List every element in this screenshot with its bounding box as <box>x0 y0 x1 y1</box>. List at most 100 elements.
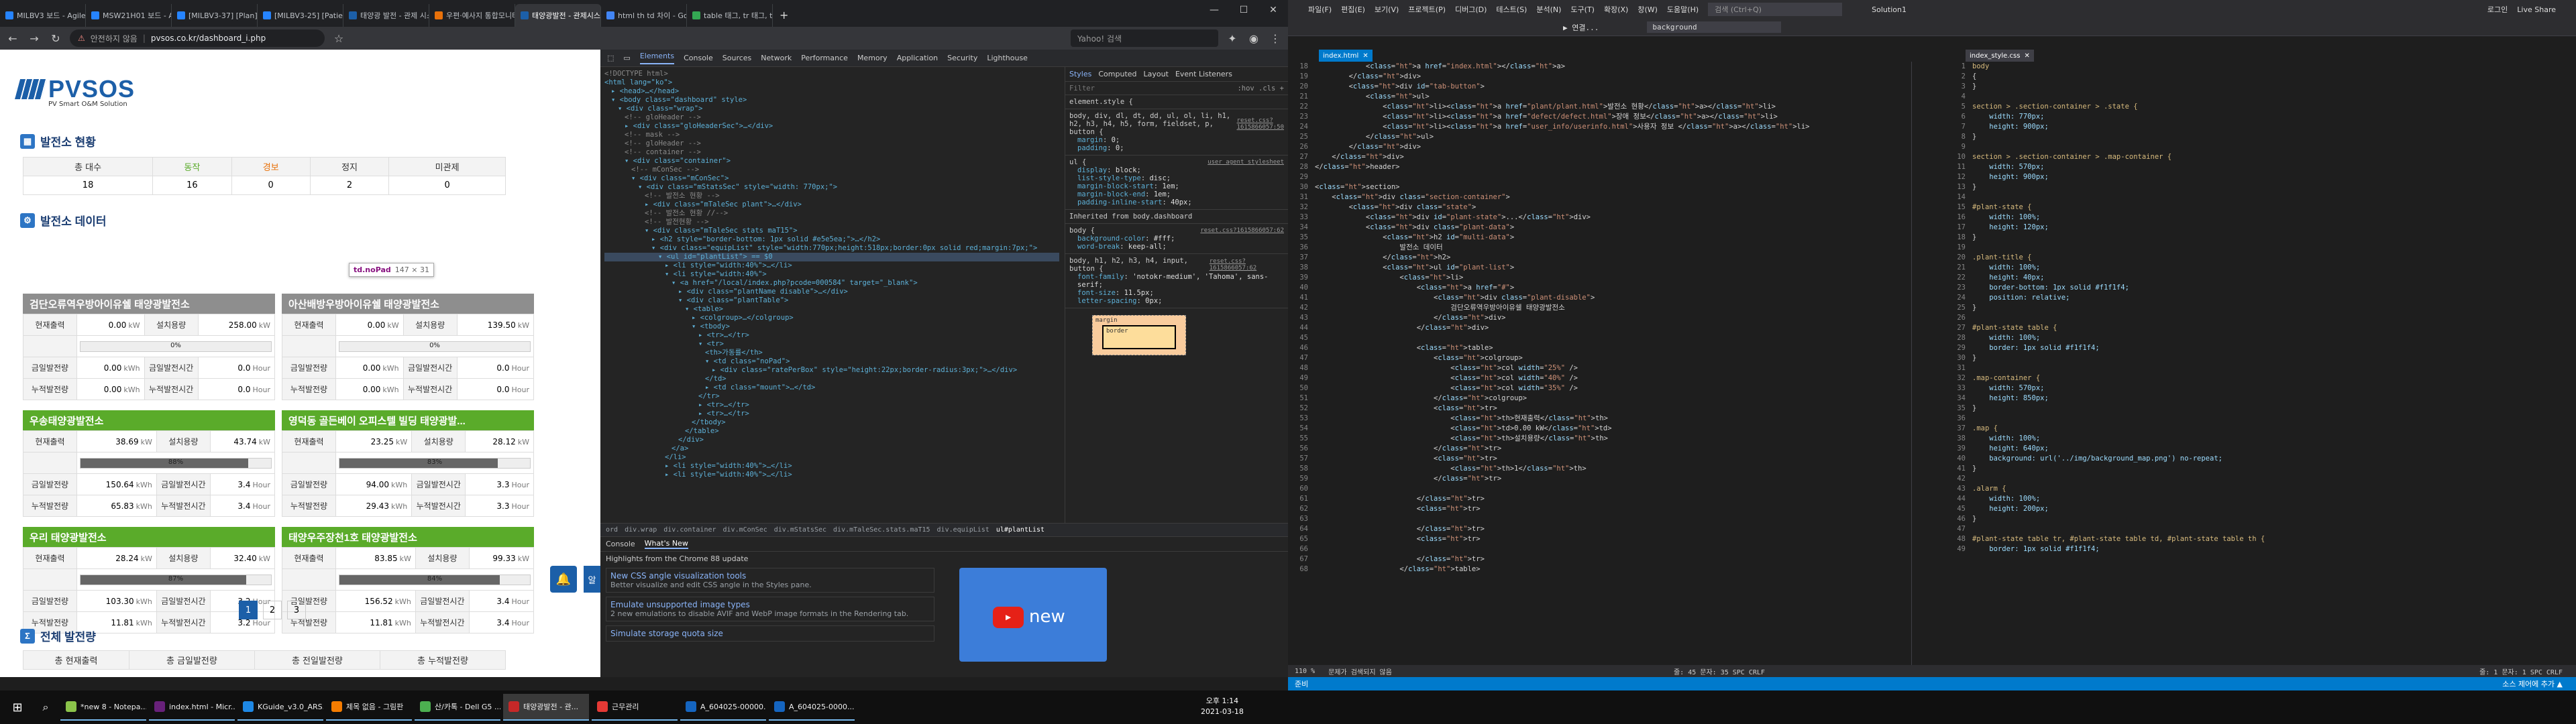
css-code-line[interactable]: 10 section > .section-container > .map-co… <box>1945 152 2576 162</box>
plant-card-title[interactable]: 우송태양광발전소 <box>23 410 275 430</box>
styles-subtab[interactable]: Computed <box>1098 70 1136 78</box>
css-source[interactable]: reset.css?1615866057:50 <box>1237 117 1284 131</box>
html-code-line[interactable]: 59 </class="ht">tr> <box>1288 474 1911 484</box>
html-code-line[interactable]: 55 <class="ht">th>설치용량</class="ht">th> <box>1288 434 1911 444</box>
whatsnew-item[interactable]: New CSS angle visualization tools Better … <box>606 568 934 593</box>
breadcrumb-item[interactable]: div.mConSec <box>723 526 767 534</box>
css-code-line[interactable]: 32 .map-container { <box>1945 373 2576 383</box>
dom-node[interactable]: ▾ <table> <box>604 305 1059 314</box>
breadcrumb-item[interactable]: div.equipList <box>937 526 989 534</box>
dom-node[interactable]: ▸ <li style="width:40%">…</li> <box>604 462 1059 471</box>
dom-node[interactable]: ▸ <div class="ratePerBox" style="height:… <box>604 366 1059 375</box>
css-prop[interactable]: margin <box>1077 136 1103 144</box>
breadcrumb-item[interactable]: div.mTaleSec.stats.maT15 <box>833 526 930 534</box>
devtools-tab[interactable]: Memory <box>857 54 888 62</box>
html-code-line[interactable]: 27 </class="ht">div> <box>1288 152 1911 162</box>
menu-item[interactable]: 테스트(S) <box>1496 4 1527 15</box>
alarm-side-label[interactable]: 알 <box>584 566 600 593</box>
html-code-line[interactable]: 33 <class="ht">div id="plant-state">...<… <box>1288 213 1911 223</box>
dom-node[interactable]: ▾ <tbody> <box>604 322 1059 331</box>
whatsnew-video[interactable]: ▶ new <box>959 568 1107 662</box>
plant-card[interactable]: 우송태양광발전소 현재출력 38.69 kW 설치용량 43.74 kW 88% 금일발전량 15… <box>23 410 276 517</box>
browser-tab[interactable]: MSW21H01 보드 - Agile Board✕ <box>86 4 172 27</box>
css-code-line[interactable]: 41} <box>1945 464 2576 474</box>
plant-card[interactable]: 검단오류역우방아이유쉘 태양광발전소 현재출력 0.00 kW 설치용량 258.00 kW… <box>23 294 276 400</box>
source-control-button[interactable]: 소스 제어에 추가 ▲ <box>2502 678 2563 689</box>
html-code-line[interactable]: 37 </class="ht">h2> <box>1288 253 1911 263</box>
html-code-line[interactable]: 54 <class="ht">td>0.00 kW</class="ht">td… <box>1288 424 1911 434</box>
html-code-line[interactable]: 39 <class="ht">li> <box>1288 273 1911 283</box>
dom-node[interactable]: ▾ <ul id="plantList"> == $0 <box>604 253 1059 261</box>
menu-item[interactable]: 프로젝트(P) <box>1408 4 1446 15</box>
dom-node[interactable]: ▾ <div class="plantTable"> <box>604 296 1059 305</box>
css-code-line[interactable]: 24 position: relative; <box>1945 293 2576 303</box>
css-code-line[interactable]: 5 section > .section-container > .state { <box>1945 102 2576 112</box>
plant-card-title[interactable]: 우리 태양광발전소 <box>23 527 275 547</box>
html-code-line[interactable]: 18 <class="ht">a href="index.html"></cla… <box>1288 62 1911 72</box>
plant-card-title[interactable]: 아산배방우방아이유쉘 태양광발전소 <box>282 294 534 314</box>
dom-node[interactable]: ▸ <div class="mTaleSec plant">…</div> <box>604 200 1059 209</box>
html-code-line[interactable]: 53 <class="ht">th>현재출력</class="ht">th> <box>1288 414 1911 424</box>
menu-item[interactable]: 도움말(H) <box>1667 4 1699 15</box>
html-code-line[interactable]: 56 </class="ht">tr> <box>1288 444 1911 454</box>
taskbar-app[interactable]: *new 8 - Notepa... <box>60 694 146 721</box>
breadcrumb-item[interactable]: ul#plantList <box>996 526 1044 534</box>
dom-node[interactable]: ▾ <tr> <box>604 340 1059 349</box>
styles-subtab[interactable]: Event Listeners <box>1175 70 1232 78</box>
css-prop[interactable]: margin-block-end <box>1077 190 1145 198</box>
taskbar-app[interactable]: 산/카톡 - Dell G5 ... <box>415 694 500 721</box>
html-code-line[interactable]: 38 <class="ht">ul id="plant-list"> <box>1288 263 1911 273</box>
dom-node[interactable]: ▸ <li style="width:40%">…</li> <box>604 471 1059 479</box>
html-code-line[interactable]: 64 </class="ht">tr> <box>1288 524 1911 534</box>
html-code-line[interactable]: 51 </class="ht">colgroup> <box>1288 394 1911 404</box>
css-val[interactable]: 1em <box>1162 182 1175 190</box>
taskbar-app[interactable]: 근무관리 <box>592 694 678 721</box>
html-code-line[interactable]: 60 <box>1288 484 1911 494</box>
whatsnew-title[interactable]: New CSS angle visualization tools <box>610 571 930 581</box>
dom-node[interactable]: <!DOCTYPE html> <box>604 70 1059 78</box>
forward-icon[interactable]: → <box>27 32 42 45</box>
alarm-side-button[interactable]: 🔔 <box>550 566 577 593</box>
css-code-line[interactable]: 20 .plant-title { <box>1945 253 2576 263</box>
menu-item[interactable]: 디버그(D) <box>1455 4 1487 15</box>
css-code-line[interactable]: 37 .map { <box>1945 424 2576 434</box>
drawer-tab[interactable]: What's New <box>644 539 688 549</box>
browser-tab[interactable]: [MILBV3-25] [Patient] DICO✕ <box>258 4 343 27</box>
dom-node[interactable]: <!-- 발전소 현황 //--> <box>604 209 1059 218</box>
html-code-line[interactable]: 36 발전소 데이터 <box>1288 243 1911 253</box>
dom-node[interactable]: ▾ <body class="dashboard" style> <box>604 96 1059 105</box>
taskbar-app[interactable]: A_604025-0000... <box>769 694 855 721</box>
css-val[interactable]: 40px <box>1171 198 1187 206</box>
css-val[interactable]: 11.5px <box>1124 289 1150 297</box>
browser-tab[interactable]: 태양광발전 - 관제시스템✕ <box>515 4 601 27</box>
html-code-line[interactable]: 44 </class="ht">div> <box>1288 323 1911 333</box>
new-tab-button[interactable]: + <box>773 9 795 27</box>
html-code-line[interactable]: 61 </class="ht">tr> <box>1288 494 1911 504</box>
css-val[interactable]: #fff <box>1154 235 1171 243</box>
html-code-line[interactable]: 45 <box>1288 333 1911 343</box>
css-prop[interactable]: letter-spacing <box>1077 297 1137 305</box>
css-code-line[interactable]: 29 border: 1px solid #f1f1f4; <box>1945 343 2576 353</box>
menu-item[interactable]: 창(W) <box>1638 4 1658 15</box>
dom-node[interactable]: ▾ <div class="wrap"> <box>604 105 1059 113</box>
css-code-line[interactable]: 17 height: 120px; <box>1945 223 2576 233</box>
dom-node[interactable]: <html lang="ko"> <box>604 78 1059 87</box>
taskbar-app[interactable]: KGuide_v3.0_ARS... <box>237 694 323 721</box>
dom-node[interactable]: ▸ <td class="mount">…</td> <box>604 383 1059 392</box>
taskbar-app[interactable]: A_604025-00000... <box>680 694 766 721</box>
dom-node[interactable]: </div> <box>604 436 1059 444</box>
back-icon[interactable]: ← <box>5 32 20 45</box>
html-code-line[interactable]: 30 <class="ht">section> <box>1288 182 1911 192</box>
plant-card[interactable]: 태양우주장천1호 태양광발전소 현재출력 83.85 kW 설치용량 99.33 kW 84%… <box>282 527 535 634</box>
devtools-tab[interactable]: Sources <box>722 54 752 62</box>
dom-node[interactable]: ▸ <h2 style="border-bottom: 1px solid #e… <box>604 235 1059 244</box>
dom-node[interactable]: <!-- container --> <box>604 148 1059 157</box>
run-button[interactable]: ▶ 연결... <box>1563 22 1599 33</box>
dom-node[interactable]: ▸ <div class="plantName disable">…</div> <box>604 288 1059 296</box>
dom-node[interactable]: ▾ <td class="noPad"> <box>604 357 1059 366</box>
html-code-line[interactable]: 20 <class="ht">div id="tab-button"> <box>1288 82 1911 92</box>
html-code-line[interactable]: 31 <class="ht">div class="section-contai… <box>1288 192 1911 202</box>
css-code-line[interactable]: 16 width: 100%; <box>1945 213 2576 223</box>
menu-icon[interactable]: ⋮ <box>1268 32 1283 45</box>
dom-node[interactable]: <!-- 발전소 현황 --> <box>604 192 1059 200</box>
